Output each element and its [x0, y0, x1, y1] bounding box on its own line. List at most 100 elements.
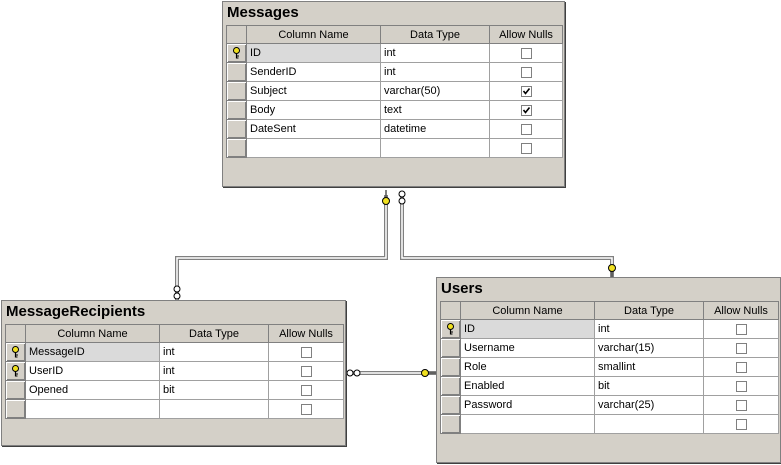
- allow-nulls-cell[interactable]: [489, 81, 563, 101]
- table-row[interactable]: Username varchar(15): [440, 338, 779, 358]
- column-name-cell[interactable]: Enabled: [460, 376, 595, 396]
- row-selector[interactable]: [440, 338, 461, 358]
- data-type-cell[interactable]: [594, 414, 704, 434]
- table-row[interactable]: [226, 138, 563, 158]
- table-row[interactable]: Enabled bit: [440, 376, 779, 396]
- allow-nulls-cell[interactable]: [268, 342, 344, 362]
- allow-nulls-cell[interactable]: [703, 414, 779, 434]
- table-row[interactable]: Opened bit: [5, 380, 344, 400]
- table-row[interactable]: Body text: [226, 100, 563, 120]
- column-name-cell[interactable]: [25, 399, 160, 419]
- data-type-cell[interactable]: int: [380, 62, 490, 82]
- table-message-recipients[interactable]: MessageRecipients Column Name Data Type Al…: [1, 300, 346, 446]
- allow-nulls-checkbox[interactable]: [520, 85, 532, 97]
- allow-nulls-checkbox[interactable]: [735, 380, 747, 392]
- row-selector[interactable]: [5, 361, 26, 381]
- header-data-type[interactable]: Data Type: [594, 301, 704, 320]
- row-selector[interactable]: [440, 319, 461, 339]
- data-type-cell[interactable]: int: [159, 342, 269, 362]
- table-users[interactable]: Users Column Name Data Type Allow Nulls ID i…: [436, 277, 781, 463]
- column-name-cell[interactable]: ID: [246, 43, 381, 63]
- column-name-cell[interactable]: ID: [460, 319, 595, 339]
- table-row[interactable]: [5, 399, 344, 419]
- data-type-cell[interactable]: varchar(50): [380, 81, 490, 101]
- header-column-name[interactable]: Column Name: [246, 25, 381, 44]
- column-name-cell[interactable]: Username: [460, 338, 595, 358]
- row-selector[interactable]: [226, 100, 247, 120]
- data-type-cell[interactable]: bit: [159, 380, 269, 400]
- allow-nulls-cell[interactable]: [489, 100, 563, 120]
- row-selector[interactable]: [5, 399, 26, 419]
- data-type-cell[interactable]: text: [380, 100, 490, 120]
- table-row[interactable]: SenderID int: [226, 62, 563, 82]
- header-allow-nulls[interactable]: Allow Nulls: [268, 324, 344, 343]
- allow-nulls-checkbox[interactable]: [520, 47, 532, 59]
- allow-nulls-cell[interactable]: [703, 376, 779, 396]
- table-row[interactable]: MessageID int: [5, 342, 344, 362]
- allow-nulls-checkbox[interactable]: [735, 361, 747, 373]
- data-type-cell[interactable]: smallint: [594, 357, 704, 377]
- column-name-cell[interactable]: [460, 414, 595, 434]
- row-selector-header[interactable]: [440, 301, 461, 320]
- allow-nulls-checkbox[interactable]: [300, 403, 312, 415]
- row-selector-header[interactable]: [226, 25, 247, 44]
- header-column-name[interactable]: Column Name: [25, 324, 160, 343]
- allow-nulls-cell[interactable]: [703, 357, 779, 377]
- table-row[interactable]: UserID int: [5, 361, 344, 381]
- data-type-cell[interactable]: int: [594, 319, 704, 339]
- allow-nulls-cell[interactable]: [268, 399, 344, 419]
- data-type-cell[interactable]: [380, 138, 490, 158]
- data-type-cell[interactable]: int: [380, 43, 490, 63]
- allow-nulls-cell[interactable]: [703, 395, 779, 415]
- allow-nulls-checkbox[interactable]: [300, 346, 312, 358]
- table-row[interactable]: Subject varchar(50): [226, 81, 563, 101]
- row-selector[interactable]: [440, 357, 461, 377]
- allow-nulls-cell[interactable]: [268, 361, 344, 381]
- allow-nulls-checkbox[interactable]: [735, 418, 747, 430]
- allow-nulls-cell[interactable]: [703, 338, 779, 358]
- allow-nulls-checkbox[interactable]: [735, 399, 747, 411]
- allow-nulls-cell[interactable]: [489, 138, 563, 158]
- row-selector[interactable]: [226, 43, 247, 63]
- column-name-cell[interactable]: DateSent: [246, 119, 381, 139]
- column-name-cell[interactable]: [246, 138, 381, 158]
- allow-nulls-checkbox[interactable]: [300, 365, 312, 377]
- allow-nulls-checkbox[interactable]: [735, 323, 747, 335]
- allow-nulls-cell[interactable]: [489, 43, 563, 63]
- table-messages[interactable]: Messages Column Name Data Type Allow Nulls…: [222, 1, 565, 187]
- allow-nulls-checkbox[interactable]: [300, 384, 312, 396]
- data-type-cell[interactable]: datetime: [380, 119, 490, 139]
- column-name-cell[interactable]: SenderID: [246, 62, 381, 82]
- column-name-cell[interactable]: MessageID: [25, 342, 160, 362]
- column-name-cell[interactable]: UserID: [25, 361, 160, 381]
- allow-nulls-checkbox[interactable]: [520, 123, 532, 135]
- allow-nulls-cell[interactable]: [489, 62, 563, 82]
- header-data-type[interactable]: Data Type: [159, 324, 269, 343]
- table-row[interactable]: ID int: [440, 319, 779, 339]
- header-data-type[interactable]: Data Type: [380, 25, 490, 44]
- allow-nulls-checkbox[interactable]: [520, 104, 532, 116]
- row-selector[interactable]: [226, 62, 247, 82]
- data-type-cell[interactable]: bit: [594, 376, 704, 396]
- header-allow-nulls[interactable]: Allow Nulls: [703, 301, 779, 320]
- row-selector[interactable]: [440, 414, 461, 434]
- table-row[interactable]: DateSent datetime: [226, 119, 563, 139]
- row-selector[interactable]: [5, 380, 26, 400]
- column-name-cell[interactable]: Opened: [25, 380, 160, 400]
- allow-nulls-cell[interactable]: [489, 119, 563, 139]
- allow-nulls-checkbox[interactable]: [520, 66, 532, 78]
- column-name-cell[interactable]: Password: [460, 395, 595, 415]
- row-selector-header[interactable]: [5, 324, 26, 343]
- data-type-cell[interactable]: varchar(25): [594, 395, 704, 415]
- row-selector[interactable]: [226, 138, 247, 158]
- header-allow-nulls[interactable]: Allow Nulls: [489, 25, 563, 44]
- header-column-name[interactable]: Column Name: [460, 301, 595, 320]
- table-row[interactable]: Password varchar(25): [440, 395, 779, 415]
- table-row[interactable]: Role smallint: [440, 357, 779, 377]
- table-row[interactable]: ID int: [226, 43, 563, 63]
- allow-nulls-checkbox[interactable]: [735, 342, 747, 354]
- column-name-cell[interactable]: Body: [246, 100, 381, 120]
- row-selector[interactable]: [5, 342, 26, 362]
- row-selector[interactable]: [226, 119, 247, 139]
- allow-nulls-checkbox[interactable]: [520, 142, 532, 154]
